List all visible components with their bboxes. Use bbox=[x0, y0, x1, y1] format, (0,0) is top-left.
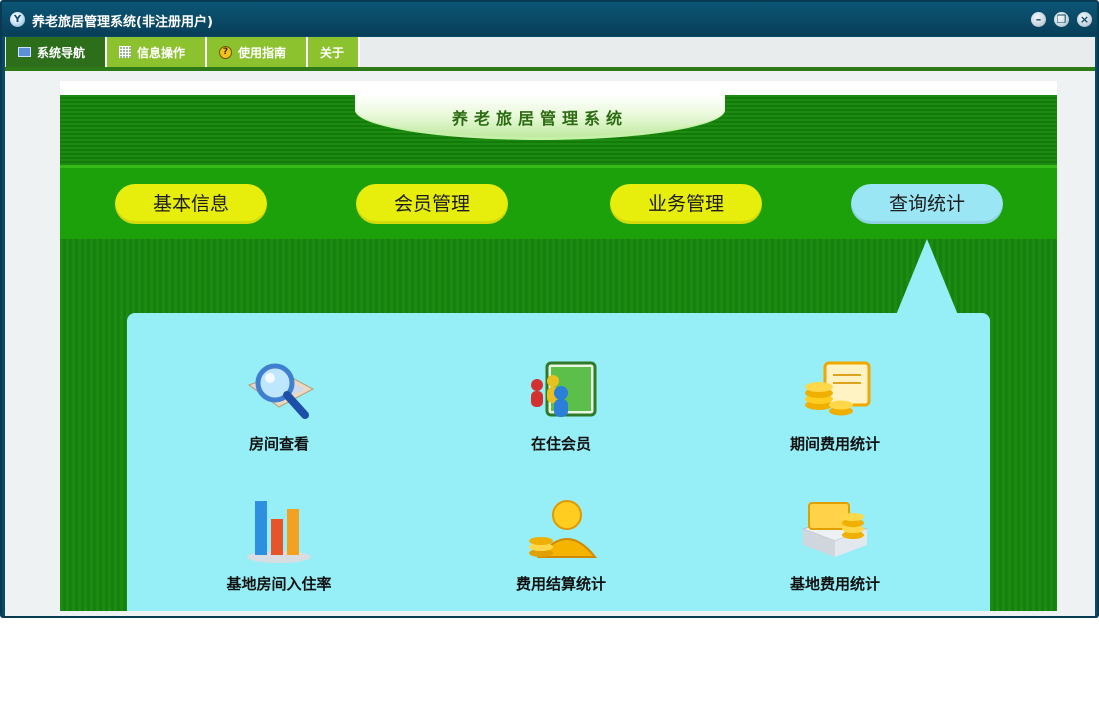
coins-folder-icon bbox=[795, 495, 875, 567]
nav-pill-basic-info[interactable]: 基本信息 bbox=[115, 184, 267, 224]
app-window: Y 养老旅居管理系统(非注册用户) – ❐ × 系统导航 信息操作 ? 使用指南… bbox=[0, 0, 1099, 618]
tile-label: 期间费用统计 bbox=[789, 435, 880, 453]
window-title: 养老旅居管理系统(非注册用户) bbox=[32, 15, 213, 30]
magnifier-map-icon bbox=[239, 355, 319, 427]
tile-label: 基地费用统计 bbox=[789, 575, 880, 593]
nav-band: 基本信息 会员管理 业务管理 查询统计 bbox=[60, 165, 1057, 242]
tile-base-room-occupancy[interactable]: 基地房间入住率 bbox=[179, 495, 379, 605]
tile-label: 在住会员 bbox=[530, 435, 591, 453]
menu-item-system-nav[interactable]: 系统导航 bbox=[6, 37, 107, 67]
grid-icon bbox=[119, 46, 131, 58]
tile-room-view[interactable]: 房间查看 bbox=[179, 355, 379, 465]
nav-pill-member-management[interactable]: 会员管理 bbox=[356, 184, 508, 224]
bar-chart-icon bbox=[239, 495, 319, 567]
nav-pill-query-statistics[interactable]: 查询统计 bbox=[851, 184, 1003, 224]
help-icon: ? bbox=[219, 45, 232, 59]
tile-base-fee-statistics[interactable]: 基地费用统计 bbox=[735, 495, 935, 605]
monitor-icon bbox=[18, 47, 31, 57]
close-icon[interactable]: × bbox=[1077, 12, 1092, 27]
tile-label: 房间查看 bbox=[248, 435, 309, 453]
app-logo-icon: Y bbox=[10, 12, 25, 27]
tile-fee-settlement-statistics[interactable]: 费用结算统计 bbox=[461, 495, 661, 605]
statistics-card: 房间查看 在住会员 期间费用统计 基地房间入住率 费用结算统计 基地费用统计 bbox=[127, 313, 990, 611]
coin-person-icon bbox=[521, 495, 601, 567]
client-area: 系统导航 信息操作 ? 使用指南 关于 养老旅居管理系统 基本信息 会员管理 业… bbox=[5, 37, 1095, 616]
coins-document-icon bbox=[795, 355, 875, 427]
banner-title-tab: 养老旅居管理系统 bbox=[355, 95, 725, 140]
tile-period-fee-statistics[interactable]: 期间费用统计 bbox=[735, 355, 935, 465]
tile-label: 费用结算统计 bbox=[515, 575, 606, 593]
menu-item-info-ops[interactable]: 信息操作 bbox=[107, 37, 207, 67]
people-cards-icon bbox=[521, 355, 601, 427]
active-pointer bbox=[896, 239, 958, 315]
menu-item-label: 使用指南 bbox=[238, 45, 287, 60]
banner-title: 养老旅居管理系统 bbox=[451, 109, 628, 128]
tile-resident-members[interactable]: 在住会员 bbox=[461, 355, 661, 465]
title-bar[interactable]: Y 养老旅居管理系统(非注册用户) – ❐ × bbox=[2, 2, 1097, 36]
menu-item-about[interactable]: 关于 bbox=[308, 37, 360, 67]
menu-item-label: 信息操作 bbox=[137, 45, 186, 60]
minimize-icon[interactable]: – bbox=[1031, 12, 1046, 27]
main-panel: 养老旅居管理系统 基本信息 会员管理 业务管理 查询统计 房间查看 在住会员 期… bbox=[60, 81, 1057, 611]
restore-icon[interactable]: ❐ bbox=[1054, 12, 1069, 27]
menu-bar: 系统导航 信息操作 ? 使用指南 关于 bbox=[5, 37, 1095, 71]
menu-item-label: 关于 bbox=[320, 45, 345, 60]
tile-label: 基地房间入住率 bbox=[226, 575, 332, 593]
menu-item-user-guide[interactable]: ? 使用指南 bbox=[207, 37, 308, 67]
content-area: 房间查看 在住会员 期间费用统计 基地房间入住率 费用结算统计 基地费用统计 bbox=[60, 239, 1057, 611]
nav-pill-business-management[interactable]: 业务管理 bbox=[610, 184, 762, 224]
header-banner: 养老旅居管理系统 bbox=[60, 95, 1057, 165]
menu-item-label: 系统导航 bbox=[37, 45, 86, 60]
